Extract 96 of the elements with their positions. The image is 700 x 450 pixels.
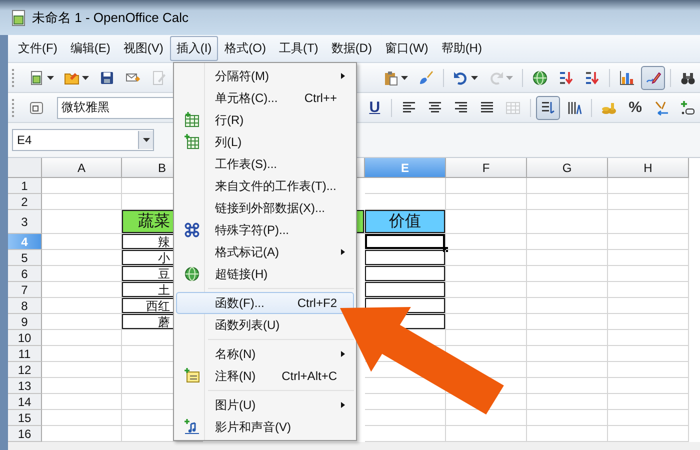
column-header[interactable]: G bbox=[527, 158, 608, 178]
wrap-text-button[interactable] bbox=[536, 96, 560, 120]
menu-item-label: 列(L) bbox=[215, 134, 242, 150]
menu-item-label: 特殊字符(P)... bbox=[215, 222, 289, 238]
menu-item-label: 名称(N) bbox=[215, 346, 256, 362]
draw-functions-button[interactable] bbox=[640, 66, 665, 90]
vertical-text-icon bbox=[566, 100, 582, 116]
caret-icon bbox=[82, 76, 89, 80]
menu-bar-item[interactable]: 插入(I) bbox=[170, 36, 218, 61]
styles-icon bbox=[28, 100, 45, 116]
menu-bar-item[interactable]: 编辑(E) bbox=[64, 36, 116, 61]
clipboard-icon bbox=[383, 70, 400, 86]
row-header[interactable]: 8 bbox=[8, 298, 42, 314]
caret-icon bbox=[506, 76, 514, 80]
underline-button[interactable]: U bbox=[363, 96, 386, 120]
menu-bar-item[interactable]: 格式(O) bbox=[218, 36, 272, 61]
redo-icon bbox=[488, 70, 504, 86]
menu-bar-item[interactable]: 数据(D) bbox=[325, 36, 378, 61]
caret-icon bbox=[46, 76, 54, 80]
menu-item-label: 来自文件的工作表(T)... bbox=[215, 178, 336, 194]
menu-item[interactable]: 注释(N) Ctrl+Alt+C bbox=[176, 365, 354, 387]
window-title: 未命名 1 - OpenOffice Calc bbox=[32, 8, 189, 26]
menu-item[interactable]: 来自文件的工作表(T)... bbox=[176, 175, 354, 197]
row-header[interactable]: 15 bbox=[8, 410, 42, 426]
menu-item[interactable]: 列(L) bbox=[176, 131, 354, 153]
spreadsheet-icon bbox=[12, 10, 26, 26]
menu-bar-item[interactable]: 视图(V) bbox=[117, 36, 170, 61]
column-header[interactable]: F bbox=[446, 158, 527, 178]
sort-descending-icon bbox=[584, 70, 600, 86]
menu-item-label: 注释(N) bbox=[215, 368, 256, 384]
row-header[interactable]: 14 bbox=[8, 394, 42, 410]
menu-item-label: 影片和声音(V) bbox=[215, 418, 291, 436]
wrap-text-icon bbox=[540, 100, 556, 116]
menu-item-label: 格式标记(A) bbox=[215, 244, 279, 260]
menu-bar-item[interactable]: 帮助(H) bbox=[435, 36, 488, 61]
row-header[interactable]: 12 bbox=[8, 362, 42, 378]
row-header[interactable]: 6 bbox=[8, 266, 42, 282]
spreadsheet-icon bbox=[28, 70, 45, 86]
menu-item-label: 链接到外部数据(X)... bbox=[215, 200, 325, 216]
row-header[interactable]: 5 bbox=[8, 250, 42, 266]
align-left-icon bbox=[400, 100, 417, 116]
dropdown-button[interactable] bbox=[138, 131, 153, 149]
menu-item-label: 行(R) bbox=[215, 112, 244, 128]
insert-rows-icon bbox=[184, 112, 200, 128]
column-header[interactable]: H bbox=[608, 158, 689, 178]
menu-item-label: 分隔符(M) bbox=[215, 68, 269, 84]
menu-item[interactable]: 图片(U) bbox=[176, 394, 354, 416]
sort-ascending-icon bbox=[558, 70, 574, 86]
caret-icon bbox=[471, 76, 478, 80]
row-header[interactable]: 1 bbox=[8, 178, 42, 194]
row-header[interactable]: 2 bbox=[8, 194, 42, 210]
menu-item-label: 函数列表(U) bbox=[215, 316, 280, 334]
menu-bar-item[interactable]: 工具(T) bbox=[272, 36, 324, 61]
menu-item[interactable]: 影片和声音(V) bbox=[176, 416, 354, 438]
percent-button[interactable]: % bbox=[622, 96, 648, 120]
caret-icon bbox=[401, 76, 408, 80]
row-header[interactable]: 3 bbox=[8, 210, 42, 234]
column-header[interactable]: A bbox=[42, 158, 122, 178]
table-cell: 价值 bbox=[365, 210, 446, 234]
number-format-icon bbox=[654, 100, 670, 116]
undo-icon bbox=[453, 70, 470, 86]
row-header[interactable]: 9 bbox=[8, 314, 42, 330]
justify-icon bbox=[478, 100, 495, 116]
insert-columns-icon bbox=[184, 134, 200, 150]
menu-item[interactable]: 名称(N) bbox=[176, 343, 354, 365]
document-pencil-icon bbox=[150, 70, 167, 86]
globe-icon bbox=[532, 70, 548, 86]
caret-icon bbox=[142, 138, 150, 142]
name-box[interactable]: E4 bbox=[12, 129, 154, 151]
add-decimal-icon bbox=[680, 100, 696, 116]
align-right-icon bbox=[452, 100, 469, 116]
globe-icon bbox=[184, 266, 200, 282]
menu-bar-item[interactable]: 文件(F) bbox=[12, 36, 64, 61]
paintbrush-icon bbox=[418, 70, 434, 86]
menu-item-label: 超链接(H) bbox=[215, 266, 268, 282]
menu-item[interactable]: 分隔符(M) bbox=[176, 65, 354, 87]
menu-item-label: 图片(U) bbox=[215, 396, 256, 414]
command-symbol-icon bbox=[184, 222, 200, 238]
row-header[interactable]: 10 bbox=[8, 330, 42, 346]
menu-item-label: 单元格(C)... bbox=[215, 90, 278, 106]
row-header[interactable]: 13 bbox=[8, 378, 42, 394]
menu-item[interactable]: 函数(F)... Ctrl+F2 bbox=[176, 292, 354, 314]
bar-chart-icon bbox=[618, 70, 635, 86]
pencil-icon bbox=[644, 70, 661, 86]
row-header[interactable]: 11 bbox=[8, 346, 42, 362]
row-header[interactable]: 16 bbox=[8, 426, 42, 442]
shortcut-label: Ctrl+Alt+C bbox=[282, 369, 337, 383]
menu-item-label: 函数(F)... bbox=[215, 294, 264, 312]
table-grid-icon bbox=[504, 100, 521, 116]
align-center-icon bbox=[426, 100, 443, 116]
menu-item-label: 工作表(S)... bbox=[215, 156, 277, 172]
shortcut-label: Ctrl++ bbox=[304, 91, 337, 105]
menu-bar-item[interactable]: 窗口(W) bbox=[378, 36, 434, 61]
shortcut-label: Ctrl+F2 bbox=[297, 296, 337, 310]
row-header[interactable]: 7 bbox=[8, 282, 42, 298]
note-icon bbox=[184, 368, 200, 384]
